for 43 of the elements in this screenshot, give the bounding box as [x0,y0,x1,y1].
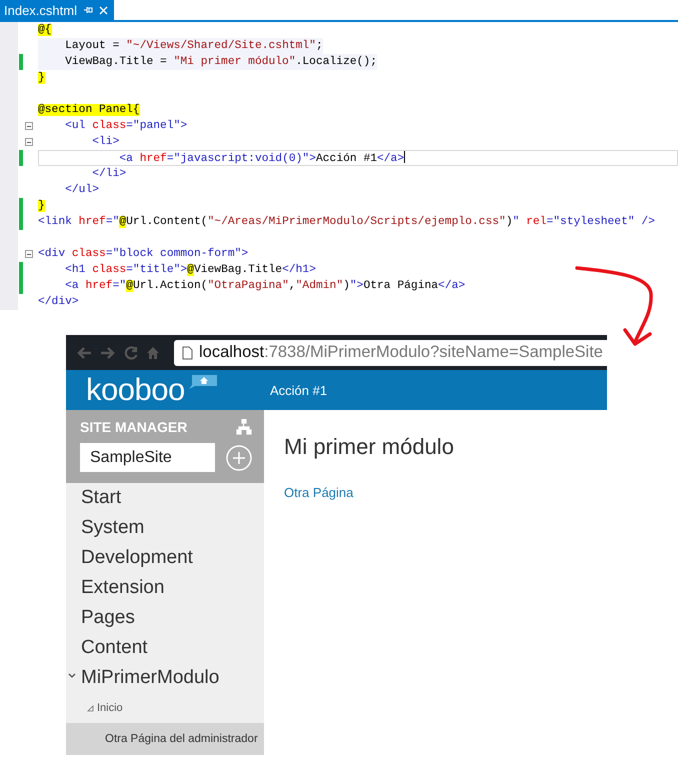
file-tab[interactable]: Index.cshtml [0,0,114,20]
expand-caret-icon[interactable] [68,673,76,679]
site-field[interactable]: SampleSite [80,443,215,472]
nav-link[interactable]: Acción #1 [270,382,328,398]
code-line: <h1 class="title">@ViewBag.Title</h1> [64,262,316,278]
code-line: <li> [91,134,120,150]
close-icon[interactable] [98,6,108,14]
collapse-icon[interactable] [25,122,33,130]
nav-item[interactable]: System [66,513,264,543]
home-icon[interactable] [188,375,217,389]
code-line: </ul> [64,182,100,198]
code-line: </div> [38,294,79,310]
code-line: <ul class="panel"> [64,118,188,134]
address-bar[interactable]: localhost:7838/MiPrimerModulo?siteName=SampleSite [174,340,607,366]
nav-item[interactable]: Content [66,633,264,663]
forward-icon[interactable] [100,346,116,360]
code-line: <div class="block common-form"> [38,246,248,262]
nav-item[interactable]: Development [66,543,264,573]
pin-icon[interactable] [82,5,93,15]
expand-triangle-icon[interactable] [87,704,94,712]
nav-item[interactable]: Start [66,483,264,513]
nav-item[interactable]: Pages [66,603,264,633]
nav-item[interactable]: MiPrimerModulo [66,663,264,693]
page-link[interactable]: Otra Página [284,485,354,500]
url-text: localhost:7838/MiPrimerModulo?siteName=SampleSite [199,343,603,362]
reload-icon[interactable] [124,346,138,360]
back-icon[interactable] [76,346,92,360]
nav-item[interactable]: Inicio [66,693,264,723]
page-title: Mi primer módulo [284,434,455,460]
collapse-icon[interactable] [25,250,33,258]
sitemap-icon[interactable] [236,419,252,435]
home-icon[interactable] [146,346,160,360]
page-icon [182,346,193,360]
code-line: </li> [91,166,126,182]
nav-item[interactable]: Extension [66,573,264,603]
logo: kooboo [86,373,185,407]
panel-heading: SITE MANAGER [80,419,188,435]
nav-item[interactable]: Otra Página del administrador [66,723,264,755]
code-line: <link href="@Url.Content("~/Areas/MiPrimerModulo/Scripts/ejemplo.css")" rel="stylesheet" /> [38,214,655,230]
code-line: <a href="javascript:void(0)">Acción #1</a> [38,150,678,166]
add-icon[interactable] [226,444,252,470]
collapse-icon[interactable] [25,138,33,146]
code-line: <a href="@Url.Action("OtraPagina","Admin")">Otra Página</a> [64,278,466,294]
